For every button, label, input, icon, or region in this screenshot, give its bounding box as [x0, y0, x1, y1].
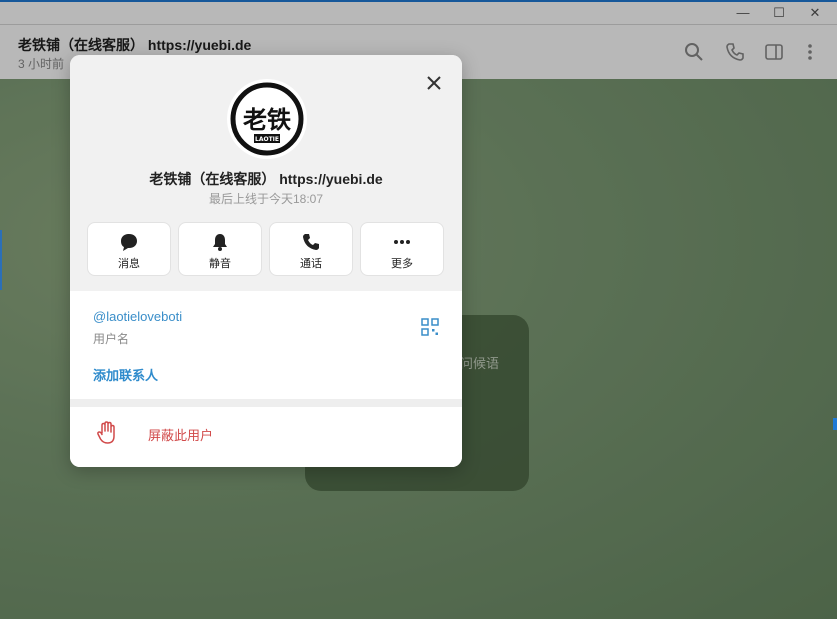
mute-button[interactable]: 静音 — [178, 222, 262, 276]
hand-stop-icon — [97, 421, 115, 444]
block-user-button[interactable]: 屏蔽此用户 — [70, 407, 462, 467]
message-button[interactable]: 消息 — [87, 222, 171, 276]
last-seen: 最后上线于今天18:07 — [208, 192, 324, 206]
add-contact-button[interactable]: 添加联系人 — [93, 365, 158, 384]
profile-dialog: 老铁 LAOTIE 老铁铺（在线客服） https://yuebi.de 最后上… — [70, 55, 462, 467]
block-user-label: 屏蔽此用户 — [148, 428, 214, 443]
avatar-subtext: LAOTIE — [255, 136, 279, 143]
avatar-logo: 老铁 LAOTIE — [230, 82, 304, 156]
profile-info: @laotieloveboti 用户名 添加联系人 — [70, 291, 462, 399]
call-button[interactable]: 通话 — [269, 222, 353, 276]
more-label: 更多 — [391, 258, 413, 270]
call-label: 通话 — [300, 258, 322, 270]
mute-label: 静音 — [209, 258, 231, 270]
avatar-text: 老铁 — [243, 106, 291, 134]
profile-name: 老铁铺（在线客服） https://yuebi.de — [149, 171, 383, 187]
message-label: 消息 — [118, 258, 140, 270]
bell-icon — [213, 234, 227, 251]
close-icon[interactable] — [422, 71, 446, 95]
phone-icon — [303, 234, 319, 250]
profile-actions: 消息 静音 通话 更多 — [87, 222, 445, 276]
more-icon — [394, 240, 410, 244]
username-link[interactable]: @laotieloveboti — [93, 309, 182, 324]
left-edge-accent — [0, 230, 2, 290]
right-edge-accent — [833, 418, 837, 430]
username-label: 用户名 — [93, 332, 130, 346]
more-button[interactable]: 更多 — [360, 222, 444, 276]
qr-code-icon[interactable] — [421, 318, 439, 336]
section-divider — [70, 399, 462, 407]
avatar[interactable]: 老铁 LAOTIE — [227, 79, 307, 159]
message-icon — [121, 234, 137, 251]
